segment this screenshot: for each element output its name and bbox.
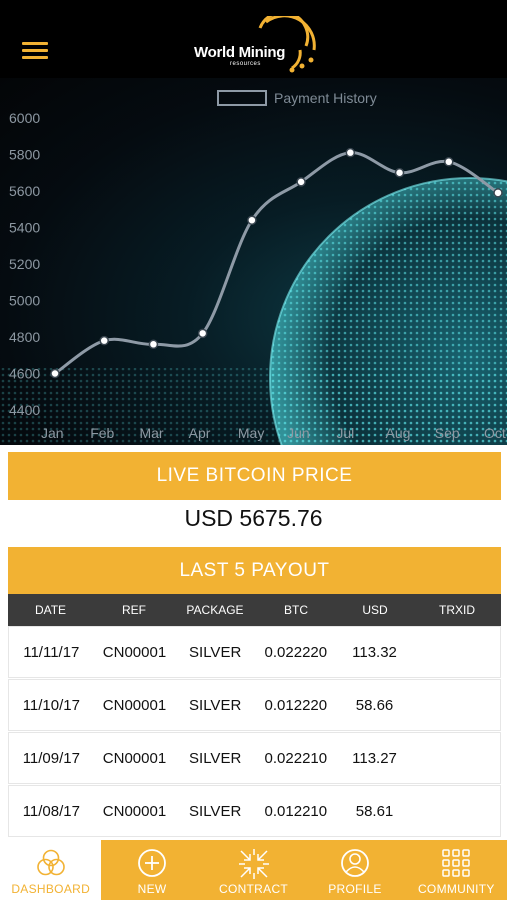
live-bitcoin-price-header: LIVE BITCOIN PRICE [8, 452, 501, 500]
contract-arrows-icon [238, 849, 269, 879]
y-tick-label: 5200 [9, 256, 40, 272]
cell-ref: CN00001 [102, 802, 167, 820]
cell-date: 11/08/17 [22, 802, 80, 820]
cell-trxid [412, 786, 500, 836]
data-point [444, 157, 454, 167]
cell-usd: 58.61 [355, 802, 394, 820]
y-tick-label: 4400 [9, 402, 40, 418]
y-tick-label: 6000 [9, 110, 40, 126]
table-row[interactable]: 11/08/17 CN00001 SILVER 0.012210 58.61 [8, 785, 501, 837]
data-point [247, 215, 257, 225]
payout-table-header: DATE REF PACKAGE BTC USD TRXID [8, 594, 501, 626]
data-point [197, 328, 208, 339]
y-tick-label: 5400 [9, 220, 40, 236]
col-trxid: TRXID [439, 603, 475, 617]
payout-table-body: 11/11/17 CN00001 SILVER 0.022220 113.32 … [8, 626, 501, 838]
cell-date: 11/10/17 [22, 696, 80, 714]
tab-community[interactable]: COMMUNITY [406, 840, 507, 900]
cell-trxid [412, 627, 500, 677]
col-package: PACKAGE [186, 603, 244, 617]
x-tick-label: Aug [386, 425, 411, 441]
tab-dashboard-label: DASHBOARD [11, 882, 91, 896]
tab-profile-label: PROFILE [328, 882, 382, 896]
plus-circle-icon [138, 849, 167, 877]
last-payout-header: LAST 5 PAYOUT [8, 547, 501, 595]
tab-new[interactable]: NEW [101, 840, 202, 900]
logo-subtext: resources [230, 61, 261, 67]
y-tick-label: 4800 [9, 329, 40, 345]
table-row[interactable]: 11/10/17 CN00001 SILVER 0.012220 58.66 [8, 679, 501, 731]
table-row[interactable]: 11/11/17 CN00001 SILVER 0.022220 113.32 [8, 626, 501, 678]
y-tick-label: 5800 [9, 147, 40, 163]
cell-package: SILVER [189, 643, 242, 661]
tab-profile[interactable]: PROFILE [304, 840, 405, 900]
tab-dashboard[interactable]: DASHBOARD [0, 840, 102, 900]
cell-trxid [412, 733, 500, 783]
x-tick-label: Jun [287, 425, 310, 441]
x-tick-label: Feb [90, 425, 114, 441]
legend-label: Payment History [274, 90, 377, 106]
x-tick-label: May [238, 425, 264, 441]
cell-ref: CN00001 [102, 696, 167, 714]
col-usd: USD [362, 603, 388, 617]
cell-package: SILVER [189, 696, 242, 714]
tab-community-label: COMMUNITY [417, 882, 495, 896]
y-tick-label: 5000 [9, 293, 40, 309]
dashboard-circles-icon [36, 849, 65, 876]
tab-new-label: NEW [137, 882, 167, 896]
tab-contract[interactable]: CONTRACT [203, 840, 304, 900]
chart-svg: Payment History 6000 5800 5600 5400 5200 5000 4… [0, 90, 507, 445]
data-point [493, 188, 503, 198]
tab-contract-label: CONTRACT [218, 882, 289, 896]
data-point [99, 335, 109, 346]
data-point [296, 177, 306, 187]
x-tick-label: Oct [484, 425, 506, 441]
y-tick-label: 4600 [9, 366, 40, 382]
cell-usd: 113.27 [352, 749, 397, 767]
grid-icon [442, 849, 471, 877]
x-tick-label: Apr [189, 425, 211, 441]
cell-usd: 113.32 [352, 643, 397, 661]
col-btc: BTC [284, 603, 308, 617]
app-header: World Mining resources [0, 0, 507, 78]
data-point [345, 147, 356, 158]
legend-swatch [217, 90, 267, 106]
cell-btc: 0.022220 [264, 643, 328, 661]
cell-btc: 0.022210 [264, 749, 328, 767]
x-tick-label: Jan [41, 425, 64, 441]
cell-ref: CN00001 [102, 749, 167, 767]
x-tick-label: Jul [336, 425, 354, 441]
profile-icon [341, 849, 369, 877]
cell-package: SILVER [189, 802, 242, 820]
col-date: DATE [34, 603, 67, 617]
hamburger-menu-icon[interactable] [22, 42, 48, 60]
cell-date: 11/09/17 [22, 749, 80, 767]
y-tick-label: 5600 [9, 183, 40, 199]
bottom-tab-bar: DASHBOARD NEW CONTRACT PROFILE COMMUNITY [0, 840, 507, 900]
data-point [50, 368, 60, 379]
col-ref: REF [122, 603, 146, 617]
payment-history-chart: Payment History 6000 5800 5600 5400 5200 5000 4… [0, 78, 507, 445]
logo-text: World Mining [194, 44, 286, 61]
x-tick-label: Mar [139, 425, 163, 441]
table-row[interactable]: 11/09/17 CN00001 SILVER 0.022210 113.27 [8, 732, 501, 784]
cell-package: SILVER [189, 749, 242, 767]
x-tick-label: Sep [435, 425, 460, 441]
world-mining-logo: World Mining resources [188, 16, 323, 74]
bitcoin-price-value: USD 5675.76 [184, 505, 323, 531]
cell-btc: 0.012220 [264, 696, 328, 714]
cell-date: 11/11/17 [23, 643, 80, 661]
cell-trxid [412, 680, 500, 730]
data-point [148, 339, 159, 350]
cell-btc: 0.012210 [264, 802, 328, 820]
cell-ref: CN00001 [102, 643, 167, 661]
data-point [394, 168, 405, 178]
cell-usd: 58.66 [355, 696, 394, 714]
